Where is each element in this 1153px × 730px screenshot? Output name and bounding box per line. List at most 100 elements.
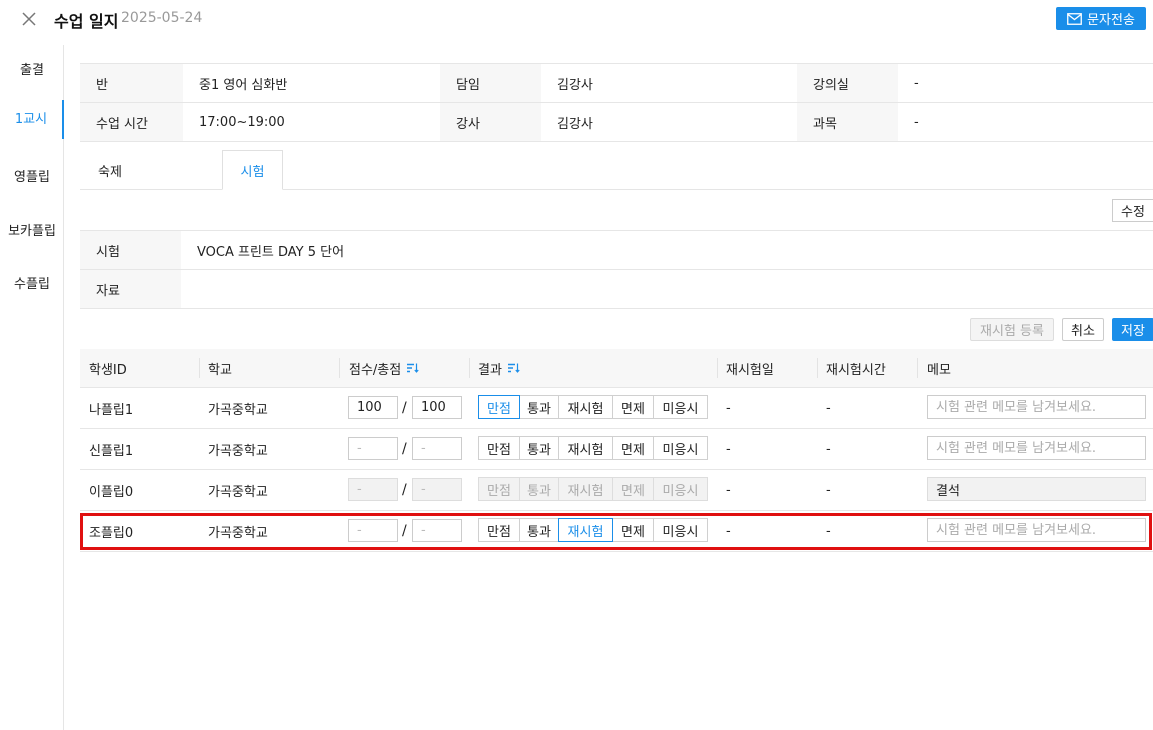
result-option-button[interactable]: 미응시 (653, 477, 708, 501)
result-option-button[interactable]: 미응시 (653, 518, 708, 542)
result-option-button[interactable]: 만점 (478, 518, 520, 542)
sort-icon[interactable] (507, 363, 520, 373)
score-input[interactable] (348, 519, 398, 542)
table-header: 학생ID 학교 점수/총점 결과 재시험일 재시험시간 메모 (80, 349, 1153, 388)
result-option-button[interactable]: 만점 (478, 395, 520, 419)
memo-input[interactable] (927, 436, 1146, 460)
table-body: 나플립1가곡중학교/만점통과재시험면제미응시--신플립1가곡중학교/만점통과재시… (80, 388, 1153, 552)
result-option-button[interactable]: 재시험 (558, 395, 613, 419)
result-option-button[interactable]: 미응시 (653, 436, 708, 460)
sidebar-item-vocaflip[interactable]: 보카플립 (0, 220, 64, 240)
retake-date: - (726, 441, 731, 457)
header-score-label: 점수/총점 (349, 362, 402, 378)
score-input[interactable] (348, 478, 398, 501)
class-time-value: 17:00~19:00 (199, 114, 285, 130)
table-row: 조플립0 가곡중학교 / 만점통과재시험면제미응시 - - (80, 511, 1153, 552)
result-option-button[interactable]: 만점 (478, 477, 520, 501)
tab-homework[interactable]: 숙제 (80, 150, 140, 190)
tab-bar: 숙제 시험 (80, 150, 1153, 190)
mail-icon (1067, 12, 1082, 25)
result-option-button[interactable]: 통과 (519, 395, 559, 419)
classroom-value: - (914, 75, 919, 91)
score-separator: / (402, 441, 407, 457)
exam-info-row: 자료 (80, 270, 1153, 309)
close-button[interactable] (18, 8, 40, 30)
total-input[interactable] (412, 478, 462, 501)
teacher-label: 강사 (440, 103, 541, 141)
total-input[interactable] (412, 396, 462, 419)
exam-label: 시험 (80, 231, 181, 269)
table-row: 이플립0 가곡중학교 / 만점통과재시험면제미응시 - - (80, 470, 1153, 511)
header-retake-time: 재시험시간 (826, 362, 886, 378)
class-info-row: 수업 시간 17:00~19:00 강사 김강사 과목 - (80, 103, 1153, 142)
classroom-label: 강의실 (797, 64, 898, 102)
retake-time: - (826, 523, 831, 539)
page-title: 수업 일지 (54, 12, 119, 31)
school: 가곡중학교 (208, 525, 268, 541)
result-button-group: 만점 통과 재시험 면제 미응시 (478, 436, 708, 460)
total-input[interactable] (412, 437, 462, 460)
exam-info-table: 시험 VOCA 프린트 DAY 5 단어 자료 (80, 230, 1153, 309)
score-input[interactable] (348, 437, 398, 460)
student-id: 신플립1 (89, 443, 134, 459)
save-button[interactable]: 저장 (1112, 318, 1153, 341)
student-id: 나플립1 (89, 402, 134, 418)
sidebar-item-period1[interactable]: 1교시 (0, 100, 64, 139)
table-row: 나플립1 가곡중학교 / 만점통과재시험면제미응시 - - (80, 388, 1153, 429)
header-student-id: 학생ID (89, 362, 127, 378)
result-option-button[interactable]: 재시험 (558, 436, 613, 460)
cancel-button[interactable]: 취소 (1062, 318, 1104, 341)
close-icon (22, 12, 36, 26)
result-option-button[interactable]: 면제 (612, 436, 654, 460)
sidebar-item-attendance[interactable]: 출결 (0, 59, 64, 79)
memo-input[interactable] (927, 518, 1146, 542)
register-retake-button[interactable]: 재시험 등록 (970, 318, 1054, 341)
header-retake-date: 재시험일 (726, 362, 774, 378)
total-input[interactable] (412, 519, 462, 542)
result-option-button[interactable]: 통과 (519, 477, 559, 501)
material-value (181, 270, 1153, 308)
memo-input[interactable] (927, 395, 1146, 419)
score-separator: / (402, 482, 407, 498)
score-input[interactable] (348, 396, 398, 419)
send-sms-label: 문자전송 (1087, 13, 1135, 28)
school: 가곡중학교 (208, 443, 268, 459)
material-label: 자료 (80, 270, 181, 308)
result-option-button[interactable]: 면제 (612, 518, 654, 542)
result-option-button[interactable]: 재시험 (558, 477, 613, 501)
sidebar-item-youngflip[interactable]: 영플립 (0, 166, 64, 186)
send-sms-button[interactable]: 문자전송 (1056, 7, 1146, 30)
class-time-label: 수업 시간 (80, 103, 183, 141)
class-info-row: 반 중1 영어 심화반 담임 김강사 강의실 - (80, 64, 1153, 103)
homeroom-value: 김강사 (557, 77, 593, 93)
tab-exam[interactable]: 시험 (222, 150, 283, 190)
class-label: 반 (80, 64, 183, 102)
subject-value: - (914, 114, 919, 130)
class-date: 2025-05-24 (121, 10, 203, 26)
edit-button[interactable]: 수정 (1112, 199, 1153, 222)
class-value: 중1 영어 심화반 (199, 77, 288, 93)
retake-time: - (826, 400, 831, 416)
result-option-button[interactable]: 통과 (519, 436, 559, 460)
retake-date: - (726, 400, 731, 416)
result-option-button[interactable]: 면제 (612, 395, 654, 419)
result-option-button[interactable]: 재시험 (558, 518, 613, 542)
header-memo: 메모 (927, 362, 951, 378)
teacher-value: 김강사 (557, 116, 593, 132)
result-option-button[interactable]: 미응시 (653, 395, 708, 419)
result-option-button[interactable]: 통과 (519, 518, 559, 542)
sort-icon[interactable] (407, 363, 419, 373)
result-button-group: 만점 통과 재시험 면제 미응시 (478, 518, 708, 542)
table-row: 신플립1 가곡중학교 / 만점통과재시험면제미응시 - - (80, 429, 1153, 470)
result-option-button[interactable]: 만점 (478, 436, 520, 460)
result-button-group: 만점 통과 재시험 면제 미응시 (478, 477, 708, 501)
exam-info-row: 시험 VOCA 프린트 DAY 5 단어 (80, 231, 1153, 270)
student-id: 조플립0 (89, 525, 134, 541)
retake-time: - (826, 482, 831, 498)
class-info-table: 반 중1 영어 심화반 담임 김강사 강의실 - 수업 시간 17:00~19:… (80, 63, 1153, 142)
sidebar-item-mathflip[interactable]: 수플립 (0, 273, 64, 293)
memo-input[interactable] (927, 477, 1146, 501)
retake-date: - (726, 482, 731, 498)
header: 수업 일지 2025-05-24 문자전송 (0, 0, 1153, 38)
result-option-button[interactable]: 면제 (612, 477, 654, 501)
